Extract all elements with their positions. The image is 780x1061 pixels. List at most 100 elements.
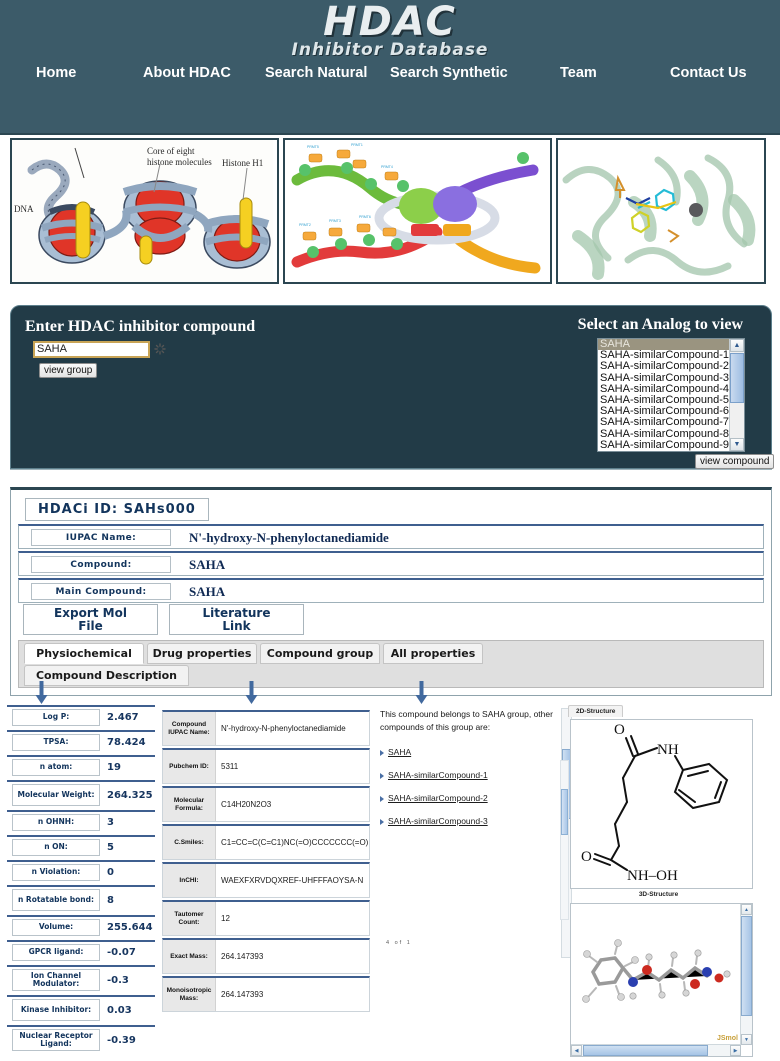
- physiochemical-row: n Violation: 0: [7, 860, 155, 883]
- tab-all-properties[interactable]: All properties: [383, 643, 483, 664]
- saha-2d-skeletal-structure: O NH O NH–OH: [581, 722, 729, 884]
- physiochemical-value: 0.03: [107, 1004, 132, 1016]
- literature-label-line1: Literature: [202, 605, 271, 620]
- structure-scroll-down-icon[interactable]: ▼: [741, 1034, 752, 1045]
- literature-label-line2: Link: [222, 618, 251, 633]
- svg-text:PRMT3: PRMT3: [329, 219, 341, 223]
- pubchem-value: C14H20N2O3: [221, 800, 272, 809]
- scroll-down-arrow-icon[interactable]: ▼: [730, 438, 744, 451]
- jsmol-watermark: JSmol: [716, 1035, 738, 1042]
- nav-item-about-hdac[interactable]: About HDAC: [143, 62, 231, 84]
- compound-group-intro: This compound belongs to SAHA group, oth…: [380, 709, 553, 732]
- nav-item-team[interactable]: Team: [560, 62, 597, 84]
- pubchem-label: InCHI:: [163, 864, 216, 897]
- logo-subtitle: Inhibitor Database: [291, 40, 489, 60]
- compound-group-link[interactable]: SAHA-similarCompound-2: [380, 793, 560, 803]
- physiochemical-value: 5: [107, 842, 114, 853]
- svg-text:PRMT2: PRMT2: [299, 223, 311, 227]
- physiochemical-label: n atom:: [12, 759, 100, 776]
- nav-item-search-natural[interactable]: Search Natural: [265, 62, 367, 84]
- analog-option[interactable]: SAHA-similarCompound-2: [598, 361, 729, 372]
- banner-label-dna: DNA: [14, 204, 34, 214]
- structure-scroll-up-icon[interactable]: ▲: [741, 904, 752, 915]
- physiochemical-label: n ON:: [12, 839, 100, 856]
- physiochemical-label: Kinase Inhibitor:: [12, 999, 100, 1021]
- banner-protein-structure: [556, 138, 766, 284]
- page-scrollbar-thumb[interactable]: [561, 789, 568, 835]
- compound-group-pager[interactable]: 4 of 1: [386, 940, 412, 946]
- search-prompt-label: Enter HDAC inhibitor compound: [25, 318, 256, 335]
- atom-label-o-bottom: O: [581, 849, 592, 865]
- pubchem-row: Pubchem ID: 5311: [162, 748, 370, 784]
- physiochemical-value: 255.644: [107, 922, 153, 933]
- pubchem-row: Molecular Formula: C14H20N2O3: [162, 786, 370, 822]
- analog-option[interactable]: SAHA-similarCompound-9: [598, 439, 729, 451]
- arrow-down-physiochemical-icon: [35, 681, 48, 704]
- compound-group-links: SAHA SAHA-similarCompound-1 SAHA-similarCo…: [380, 747, 560, 826]
- structure-hscroll-thumb[interactable]: [583, 1045, 708, 1056]
- structure-vscroll-thumb[interactable]: [741, 916, 752, 1016]
- banner-label-core: Core of eight: [147, 146, 195, 156]
- info-label-compound: Compound:: [31, 556, 171, 573]
- compound-group-link[interactable]: SAHA-similarCompound-3: [380, 816, 560, 826]
- physiochemical-properties-table: Log P: 2.467 TPSA: 78.424 n atom: 19 Molecular…: [7, 705, 155, 1055]
- analog-listbox[interactable]: SAHA SAHA-similarCompound-1 SAHA-similarCo…: [597, 338, 745, 452]
- scroll-up-arrow-icon[interactable]: ▲: [730, 339, 744, 352]
- export-mol-file-button[interactable]: Export Mol File: [23, 604, 158, 635]
- banner-label-h1: Histone H1: [222, 158, 263, 168]
- physiochemical-value: -0.39: [107, 1034, 136, 1046]
- compound-search-input[interactable]: [33, 341, 150, 358]
- structure-2d-viewer[interactable]: O NH O NH–OH: [570, 719, 753, 889]
- compound-group-link[interactable]: SAHA-similarCompound-1: [380, 770, 560, 780]
- tab-physiochemical[interactable]: Physiochemical: [24, 643, 144, 664]
- physiochemical-value: 78.424: [107, 737, 146, 748]
- nav-item-contact-us[interactable]: Contact Us: [670, 62, 747, 84]
- analog-options-list[interactable]: SAHA SAHA-similarCompound-1 SAHA-similarCo…: [598, 339, 729, 451]
- compound-result-panel: HDACi ID: SAHs000 IUPAC Name: N'-hydroxy…: [10, 487, 772, 696]
- structure-3d-vertical-scrollbar[interactable]: ▲ ▼: [740, 904, 752, 1045]
- scrollbar-thumb[interactable]: [730, 353, 744, 403]
- analog-option[interactable]: SAHA-similarCompound-8: [598, 428, 729, 440]
- logo-title: HDAC: [323, 0, 457, 45]
- nav-item-search-synthetic[interactable]: Search Synthetic: [390, 62, 508, 84]
- loading-spinner-icon: [154, 343, 166, 355]
- structure-scroll-left-icon[interactable]: ◀: [571, 1045, 582, 1056]
- physiochemical-row: n Rotatable bond: 8: [7, 885, 155, 913]
- nav-item-home[interactable]: Home: [36, 62, 76, 84]
- physiochemical-label: Log P:: [12, 709, 100, 726]
- pubchem-row: C.Smiles: C1=CC=C(C=C1)NC(=O)CCCCCCC(=O)N…: [162, 824, 370, 860]
- export-label-line2: File: [78, 618, 103, 633]
- info-label-iupac: IUPAC Name:: [31, 529, 171, 546]
- saha-3d-ball-stick-model: [571, 904, 737, 1042]
- literature-link-button[interactable]: Literature Link: [169, 604, 304, 635]
- view-group-button[interactable]: view group: [39, 363, 98, 378]
- physiochemical-row: Molecular Weight: 264.325: [7, 780, 155, 808]
- bullet-triangle-icon: [380, 773, 384, 779]
- tab-compound-group[interactable]: Compound group: [260, 643, 380, 664]
- info-value-iupac: N'-hydroxy-N-phenyloctanediamide: [189, 530, 389, 545]
- view-compound-button[interactable]: view compound: [695, 454, 775, 469]
- physiochemical-label: Molecular Weight:: [12, 784, 100, 806]
- bullet-triangle-icon: [380, 750, 384, 756]
- structure-scroll-right-icon[interactable]: ▶: [730, 1045, 741, 1056]
- analog-scrollbar[interactable]: ▲ ▼: [729, 339, 744, 451]
- compound-group-link[interactable]: SAHA: [380, 747, 560, 757]
- pubchem-row: Exact Mass: 264.147393: [162, 938, 370, 974]
- physiochemical-label: Volume:: [12, 919, 100, 936]
- pubchem-value: 12: [221, 914, 230, 923]
- compound-group-link-label: SAHA-similarCompound-1: [388, 770, 488, 780]
- structure-3d-viewer[interactable]: JSmol ▲ ▼ ◀ ▶: [570, 903, 753, 1057]
- nucleosome-illustration: Core of eight histone molecules Histone …: [12, 140, 273, 282]
- tab-compound-description[interactable]: Compound Description: [24, 665, 189, 686]
- physiochemical-row: Log P: 2.467: [7, 705, 155, 728]
- analog-option[interactable]: SAHA-similarCompound-7: [598, 417, 729, 428]
- physiochemical-row: TPSA: 78.424: [7, 730, 155, 753]
- pubchem-value: WAEXFXRVDQXREF-UHFFFAOYSA-N: [221, 876, 364, 885]
- pubchem-properties-table: Compound IUPAC Name: N'-hydroxy-N-phenylo…: [162, 710, 370, 1014]
- tab-drug-properties[interactable]: Drug properties: [147, 643, 257, 664]
- physiochemical-value: 264.325: [107, 789, 153, 801]
- tab-2d-structure[interactable]: 2D-Structure: [568, 705, 624, 717]
- compound-group-link-label: SAHA: [388, 747, 412, 757]
- bullet-triangle-icon: [380, 819, 384, 825]
- structure-3d-horizontal-scrollbar[interactable]: ◀ ▶: [571, 1044, 741, 1056]
